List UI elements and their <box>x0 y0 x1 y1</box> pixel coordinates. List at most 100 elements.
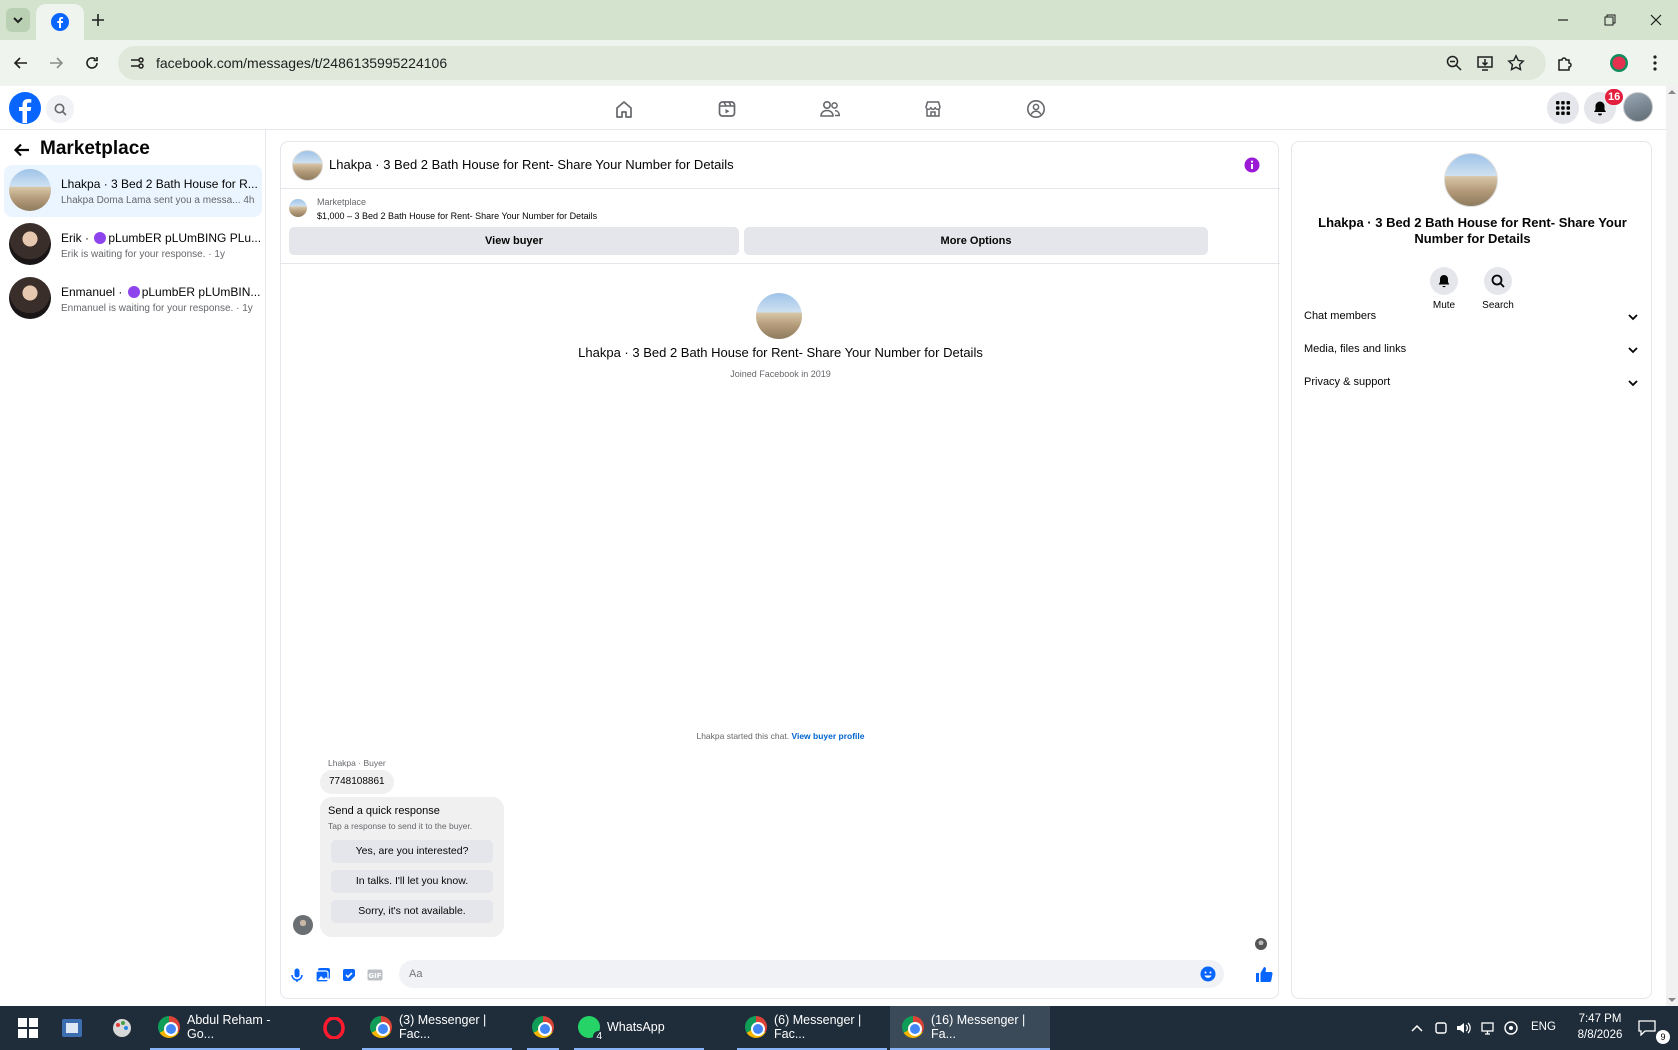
purple-circle-emoji-icon <box>127 286 140 298</box>
taskbar-app-paint[interactable] <box>106 1006 138 1050</box>
speaker-icon[interactable] <box>1455 1020 1471 1036</box>
search-icon <box>1491 274 1505 288</box>
vpn-icon[interactable] <box>1503 1020 1519 1036</box>
conversation-name: Erik · pLumbER pLUmBING PLu... <box>61 231 261 245</box>
back-arrow-icon[interactable] <box>12 140 32 160</box>
extensions-button[interactable] <box>1553 51 1577 75</box>
microphone-icon[interactable] <box>289 967 305 983</box>
conversation-item-enmanuel[interactable]: Enmanuel · pLumbER pLUmBIN... Enmanuel i… <box>4 273 262 325</box>
minimize-button[interactable] <box>1541 6 1585 34</box>
nav-groups[interactable] <box>1023 96 1049 122</box>
bell-icon <box>1592 100 1608 116</box>
chrome-icon <box>902 1016 924 1038</box>
emoji-icon[interactable] <box>1200 966 1216 982</box>
chrome-icon <box>370 1016 392 1038</box>
chat-title[interactable]: Lhakpa · 3 Bed 2 Bath House for Rent- Sh… <box>329 157 734 172</box>
chrome-icon <box>158 1016 180 1038</box>
intro-avatar[interactable] <box>756 293 802 339</box>
view-buyer-profile-link[interactable]: View buyer profile <box>791 731 864 741</box>
facebook-icon <box>51 13 69 31</box>
groups-icon <box>1026 99 1046 119</box>
taskbar-app-chrome[interactable] <box>527 1006 559 1050</box>
avatar <box>9 223 51 265</box>
close-window-button[interactable] <box>1634 6 1678 34</box>
quick-reply-not-available[interactable]: Sorry, it's not available. <box>331 900 493 923</box>
menu-button[interactable] <box>1547 92 1579 124</box>
message-input[interactable] <box>409 966 1109 982</box>
home-icon <box>614 99 634 119</box>
new-tab-button[interactable] <box>86 8 110 32</box>
info-icon[interactable] <box>1244 157 1260 173</box>
sticker-icon[interactable] <box>341 967 357 983</box>
view-buyer-button[interactable]: View buyer <box>289 227 739 255</box>
system-clock[interactable]: 7:47 PM 8/8/2026 <box>1560 1011 1640 1043</box>
url-text[interactable]: facebook.com/messages/t/2486135995224106 <box>156 55 447 71</box>
site-info-icon[interactable] <box>128 54 146 72</box>
facebook-search-button[interactable] <box>46 95 74 123</box>
message-composer[interactable] <box>399 960 1224 988</box>
message-bubble[interactable]: 7748108861 <box>320 770 394 794</box>
install-app-icon[interactable] <box>1476 54 1494 72</box>
windows-icon <box>18 1018 38 1038</box>
taskbar-app-pinned[interactable] <box>56 1006 88 1050</box>
quick-response-title: Send a quick response <box>328 805 440 817</box>
conversation-item-erik[interactable]: Erik · pLumbER pLUmBING PLu... Erik is w… <box>4 219 262 271</box>
restore-button[interactable] <box>1588 6 1632 34</box>
details-avatar[interactable] <box>1444 153 1498 207</box>
taskbar-app-whatsapp[interactable]: 4 WhatsApp <box>574 1006 704 1050</box>
tab-search-dropdown[interactable] <box>6 8 30 32</box>
nav-home[interactable] <box>611 96 637 122</box>
bell-icon <box>1437 274 1451 288</box>
forward-button[interactable] <box>44 51 68 75</box>
profile-icon <box>1609 53 1629 73</box>
language-indicator[interactable]: ENG <box>1531 1021 1556 1033</box>
section-label: Media, files and links <box>1304 343 1407 355</box>
network-icon[interactable] <box>1481 1020 1497 1036</box>
details-name: Lhakpa · 3 Bed 2 Bath House for Rent- Sh… <box>1318 215 1627 246</box>
photo-icon[interactable] <box>315 967 331 983</box>
taskbar-app-messenger-3[interactable]: (3) Messenger | Fac... <box>362 1006 512 1050</box>
chat-window: Lhakpa · 3 Bed 2 Bath House for Rent- Sh… <box>280 141 1280 999</box>
start-button[interactable] <box>10 1006 46 1050</box>
facebook-logo[interactable] <box>9 92 41 124</box>
purple-circle-emoji-icon <box>94 232 107 244</box>
chat-avatar[interactable] <box>292 150 323 181</box>
zoom-icon[interactable] <box>1445 54 1463 72</box>
browser-menu-button[interactable] <box>1643 51 1667 75</box>
conversation-preview: Enmanuel is waiting for your response. ·… <box>61 303 253 314</box>
conversation-item-lhakpa[interactable]: Lhakpa · 3 Bed 2 Bath House for R... Lha… <box>4 165 262 217</box>
taskbar-app-chrome-abdul[interactable]: Abdul Reham - Go... <box>150 1006 300 1050</box>
kebab-menu-icon <box>1652 54 1658 72</box>
more-options-button[interactable]: More Options <box>744 227 1208 255</box>
chevron-down-icon <box>1626 310 1640 324</box>
plus-icon <box>91 13 105 27</box>
taskbar-app-messenger-16[interactable]: (16) Messenger | Fa... <box>890 1006 1050 1050</box>
meet-now-icon[interactable] <box>1433 1020 1449 1036</box>
chevron-up-icon[interactable] <box>1409 1020 1425 1036</box>
quick-reply-in-talks[interactable]: In talks. I'll let you know. <box>331 870 493 893</box>
sidebar-title: Marketplace <box>40 138 150 159</box>
account-avatar[interactable] <box>1623 92 1653 122</box>
listing-thumbnail <box>289 199 307 217</box>
section-privacy-support[interactable]: Privacy & support <box>1304 371 1642 395</box>
page-scrollbar[interactable] <box>1666 86 1678 1006</box>
back-button[interactable] <box>9 51 33 75</box>
search-icon <box>54 103 67 116</box>
taskbar-app-opera[interactable] <box>318 1006 350 1050</box>
nav-marketplace[interactable] <box>920 96 946 122</box>
taskbar-app-messenger-6[interactable]: (6) Messenger | Fac... <box>737 1006 887 1050</box>
browser-tab-facebook[interactable] <box>36 4 84 40</box>
quick-reply-interested[interactable]: Yes, are you interested? <box>331 840 493 863</box>
section-chat-members[interactable]: Chat members <box>1304 305 1642 329</box>
listing-banner: Marketplace $1,000 – 3 Bed 2 Bath House … <box>281 189 1280 264</box>
nav-video[interactable] <box>714 96 740 122</box>
thumbs-up-icon[interactable] <box>1255 965 1273 983</box>
address-bar[interactable]: facebook.com/messages/t/2486135995224106 <box>118 46 1546 80</box>
browser-profile-button[interactable] <box>1607 51 1631 75</box>
bookmark-star-icon[interactable] <box>1507 54 1525 72</box>
gif-icon[interactable]: GIF <box>367 967 383 983</box>
reload-button[interactable] <box>80 51 104 75</box>
section-media-files-links[interactable]: Media, files and links <box>1304 338 1642 362</box>
notification-center-icon[interactable] <box>1638 1020 1656 1037</box>
nav-friends[interactable] <box>817 96 843 122</box>
